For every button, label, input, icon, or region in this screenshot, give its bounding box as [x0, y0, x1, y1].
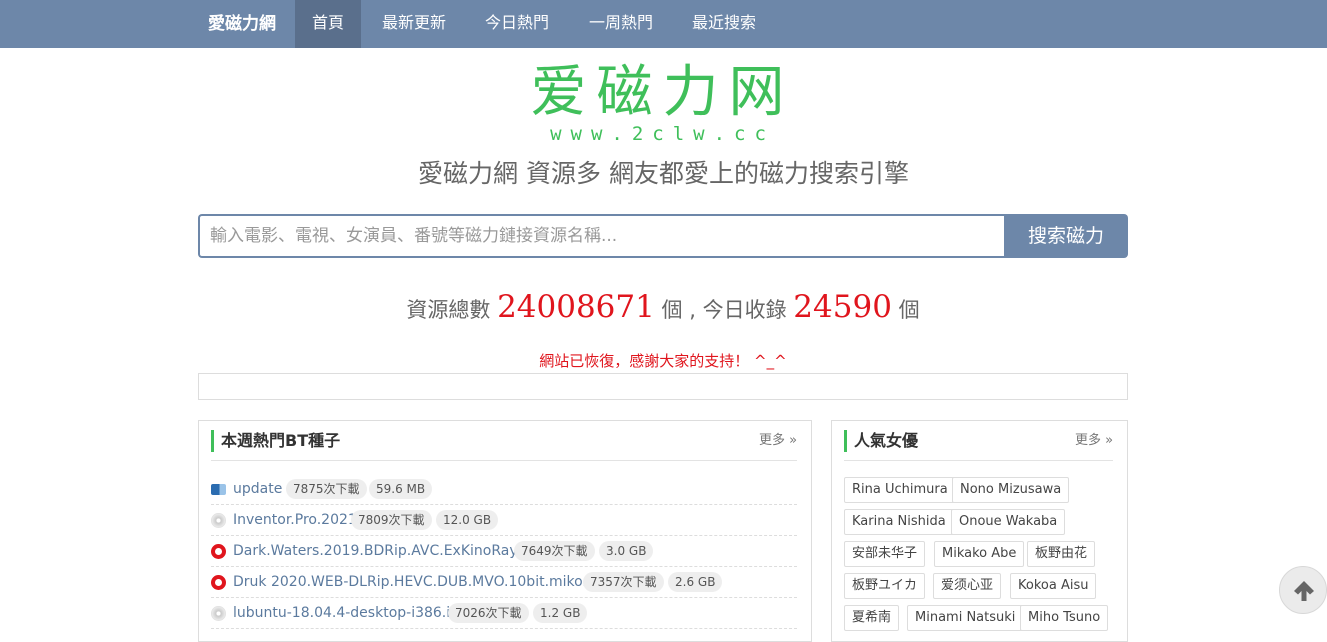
today-label: 今日收錄: [702, 298, 787, 322]
torrent-link[interactable]: Druk 2020.WEB-DLRip.HEVC.DUB.MVO.10bit.m…: [233, 567, 625, 597]
site-logo: 爱磁力网: [530, 60, 795, 125]
actress-tag[interactable]: 板野由花: [1027, 541, 1096, 567]
panel-divider: [211, 460, 797, 461]
nav-item-latest[interactable]: 最新更新: [368, 0, 460, 48]
hot-torrents-title: 本週熱門BT種子: [211, 430, 340, 452]
torrent-link[interactable]: Inventor.Pro.2021: [233, 505, 357, 535]
actress-tag[interactable]: Kokoa Aisu: [1010, 573, 1097, 599]
torrent-link[interactable]: update: [233, 474, 282, 504]
hot-torrents-panel: 本週熱門BT種子 更多 » update 7875次下載 59.6 MB Inv…: [198, 420, 812, 642]
actress-tag[interactable]: Miho Tsuno: [1020, 605, 1109, 631]
disc-icon: [211, 513, 226, 528]
search-input[interactable]: [198, 214, 1004, 258]
size-badge: 3.0 GB: [599, 541, 654, 561]
actress-tag[interactable]: Rina Uchimura: [844, 477, 956, 503]
torrent-row: lubuntu-18.04.4-desktop-i386.iso 7026次下載…: [211, 598, 797, 629]
search-button[interactable]: 搜索磁力: [1004, 214, 1128, 258]
size-badge: 12.0 GB: [436, 510, 499, 530]
nav-item-home[interactable]: 首頁: [295, 0, 361, 48]
search-form: 搜索磁力: [198, 214, 1128, 258]
download-count-badge: 7357次下載: [583, 572, 664, 592]
hot-torrents-more-link[interactable]: 更多 »: [759, 430, 797, 452]
actress-tag[interactable]: 夏希南: [844, 605, 900, 631]
nav-item-today-hot[interactable]: 今日熱門: [471, 0, 563, 48]
actress-tag[interactable]: Minami Natsuki: [907, 605, 1024, 631]
actress-tag[interactable]: Karina Nishida: [844, 509, 954, 535]
site-tagline: 愛磁力網 資源多 網友都愛上的磁力搜索引擎: [418, 159, 909, 188]
popular-actresses-title: 人氣女優: [844, 430, 918, 452]
size-badge: 59.6 MB: [369, 479, 433, 499]
total-count: 24008671: [497, 289, 655, 325]
stats-separator: ,: [689, 298, 696, 322]
media-icon: [211, 575, 226, 590]
size-badge: 1.2 GB: [533, 603, 588, 623]
total-label: 資源總數: [406, 298, 491, 322]
torrent-link[interactable]: Dark.Waters.2019.BDRip.AVC.ExKinoRay.mkv: [233, 536, 550, 566]
size-badge: 2.6 GB: [668, 572, 723, 592]
torrent-row: Inventor.Pro.2021 7809次下載 12.0 GB: [211, 505, 797, 536]
site-notice: 網站已恢復，感謝大家的支持！ ^_^: [539, 352, 787, 370]
torrent-row: Dark.Waters.2019.BDRip.AVC.ExKinoRay.mkv…: [211, 536, 797, 567]
actress-tag[interactable]: 板野ユイカ: [844, 573, 926, 599]
actress-tag[interactable]: Onoue Wakaba: [951, 509, 1066, 535]
download-count-badge: 7649次下載: [514, 541, 595, 561]
panel-divider: [844, 460, 1113, 461]
torrent-row: update 7875次下載 59.6 MB: [211, 474, 797, 505]
file-icon: [211, 484, 226, 495]
site-logo-url: www.2clw.cc: [550, 123, 775, 145]
download-count-badge: 7809次下載: [351, 510, 432, 530]
media-icon: [211, 544, 226, 559]
brand-link[interactable]: 愛磁力網: [208, 0, 276, 48]
nav-item-recent-search[interactable]: 最近搜索: [678, 0, 770, 48]
download-count-badge: 7026次下載: [448, 603, 529, 623]
today-unit: 個: [898, 298, 920, 322]
today-count: 24590: [793, 289, 892, 325]
top-navbar: 愛磁力網 首頁 最新更新 今日熱門 一周熱門 最近搜索: [0, 0, 1327, 48]
arrow-up-icon: [1294, 581, 1314, 601]
actress-tag[interactable]: Mikako Abe: [934, 541, 1025, 567]
disc-icon: [211, 606, 226, 621]
total-unit: 個: [661, 298, 683, 322]
popular-actresses-more-link[interactable]: 更多 »: [1075, 430, 1113, 452]
actress-tag[interactable]: 安部未华子: [844, 541, 926, 567]
nav-item-week-hot[interactable]: 一周熱門: [575, 0, 667, 48]
back-to-top-button[interactable]: [1279, 566, 1327, 614]
download-count-badge: 7875次下載: [286, 479, 367, 499]
torrent-link[interactable]: lubuntu-18.04.4-desktop-i386.iso: [233, 598, 466, 628]
announcement-bar: [198, 373, 1128, 400]
popular-actresses-panel: 人氣女優 更多 » Rina Uchimura Nono Mizusawa Ka…: [831, 420, 1128, 642]
torrent-row: Druk 2020.WEB-DLRip.HEVC.DUB.MVO.10bit.m…: [211, 567, 797, 598]
actress-tag[interactable]: Nono Mizusawa: [952, 477, 1070, 503]
resource-stats: 資源總數 24008671 個 , 今日收錄 24590 個: [198, 282, 1128, 335]
actress-tag[interactable]: 爱须心亚: [933, 573, 1002, 599]
